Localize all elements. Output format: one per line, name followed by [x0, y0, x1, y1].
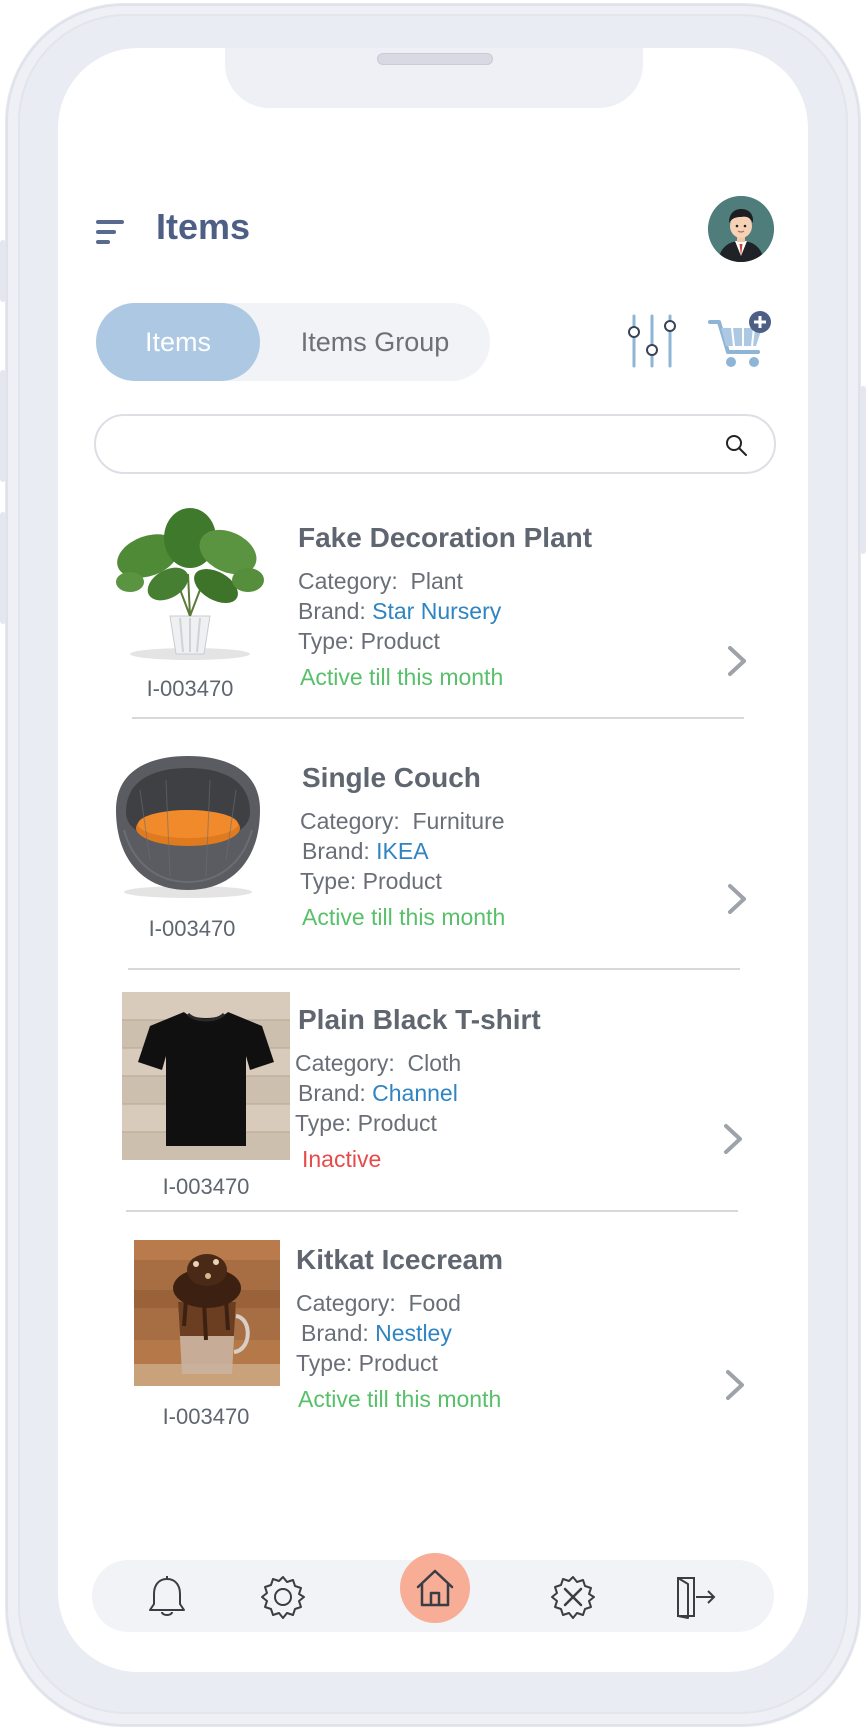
icecream-thumbnail: [134, 1240, 280, 1386]
couch-thumbnail: [116, 756, 260, 898]
list-divider: [126, 1210, 738, 1212]
menu-icon[interactable]: [96, 218, 126, 248]
search-icon[interactable]: [724, 433, 748, 457]
chevron-right-icon[interactable]: [726, 882, 748, 916]
item-type: Type: Product: [300, 868, 442, 894]
list-item[interactable]: I-003470 Single Couch Category: Furnitur…: [58, 744, 808, 984]
item-code: I-003470: [162, 1174, 250, 1199]
plant-thumbnail: [116, 508, 264, 660]
tab-bar: Items Items Group: [96, 303, 490, 381]
item-name: Plain Black T-shirt: [298, 1004, 541, 1035]
item-category: Category: Food: [296, 1290, 461, 1316]
item-type: Type: Product: [296, 1350, 438, 1376]
item-type: Type: Product: [298, 628, 440, 654]
item-code: I-003470: [162, 1404, 250, 1429]
chevron-right-icon[interactable]: [724, 1368, 746, 1402]
chevron-right-icon[interactable]: [726, 644, 748, 678]
bell-icon[interactable]: [144, 1574, 190, 1620]
list-divider: [132, 717, 744, 719]
list-item[interactable]: I-003470 Fake Decoration Plant Category:…: [58, 504, 808, 744]
tab-items[interactable]: Items: [96, 303, 260, 381]
item-name: Kitkat Icecream: [296, 1244, 504, 1275]
list-item[interactable]: I-003470 Plain Black T-shirt Category: C…: [58, 992, 808, 1232]
item-name: Fake Decoration Plant: [298, 522, 593, 553]
item-category: Category: Furniture: [300, 808, 505, 834]
status-label: Active till this month: [298, 1386, 502, 1412]
phone-notch: [225, 48, 643, 108]
chevron-right-icon[interactable]: [722, 1122, 744, 1156]
search-input[interactable]: [120, 426, 700, 462]
add-to-cart-icon[interactable]: [708, 310, 774, 372]
item-brand: Brand: IKEA: [302, 838, 429, 864]
list-divider: [128, 968, 740, 970]
item-code: I-003470: [146, 676, 234, 701]
item-brand: Brand: Star Nursery: [298, 598, 502, 624]
logout-icon[interactable]: [672, 1574, 718, 1620]
item-type: Type: Product: [295, 1110, 437, 1136]
tab-items-group[interactable]: Items Group: [260, 303, 490, 381]
phone-side-button: [860, 386, 866, 554]
page-title: Items: [156, 206, 251, 247]
phone-side-button: [0, 512, 6, 624]
filter-sliders-icon[interactable]: [626, 310, 678, 372]
home-button[interactable]: [400, 1553, 470, 1623]
item-brand: Brand: Channel: [298, 1080, 458, 1106]
speaker-grille: [377, 53, 493, 65]
avatar-icon: [708, 196, 774, 262]
item-category: Category: Plant: [298, 568, 463, 594]
status-label: Inactive: [302, 1146, 382, 1172]
home-icon: [416, 1569, 454, 1607]
item-code: I-003470: [148, 916, 236, 941]
phone-side-button: [0, 370, 6, 482]
phone-side-button: [0, 240, 6, 302]
status-label: Active till this month: [300, 664, 504, 690]
item-category: Category: Cloth: [295, 1050, 462, 1076]
search-bar: [94, 414, 776, 474]
status-label: Active till this month: [302, 904, 506, 930]
tshirt-thumbnail: [122, 992, 290, 1160]
item-brand: Brand: Nestley: [301, 1320, 452, 1346]
list-item[interactable]: I-003470 Kitkat Icecream Category: Food …: [58, 1240, 808, 1480]
app-screen: Items Items Items Group I-003470 Fake De…: [58, 48, 808, 1672]
tools-icon[interactable]: [550, 1574, 596, 1620]
item-name: Single Couch: [302, 762, 481, 793]
avatar[interactable]: [708, 196, 774, 262]
settings-gear-icon[interactable]: [260, 1574, 306, 1620]
